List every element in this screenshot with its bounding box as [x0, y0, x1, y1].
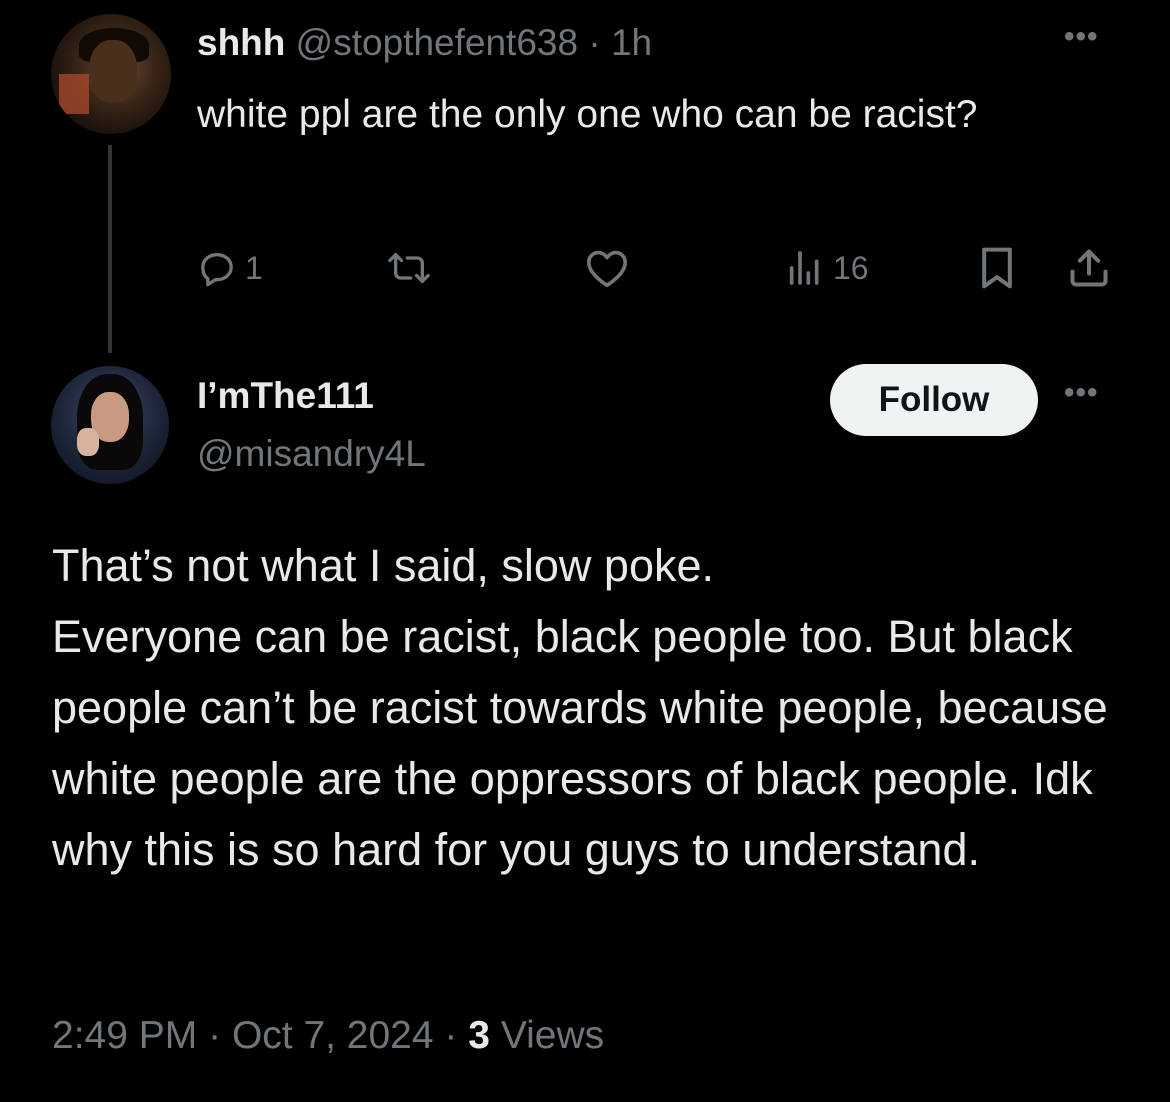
parent-tweet-text: white ppl are the only one who can be ra…	[197, 93, 978, 136]
retweet-icon	[388, 253, 430, 283]
separator-dot: ·	[208, 1014, 222, 1057]
reply-handle[interactable]: @misandry4L	[197, 430, 426, 478]
parent-tweet-header: shhh @stopthefent638 · 1h	[197, 20, 652, 66]
like-button[interactable]	[585, 240, 637, 296]
reply-icon	[201, 253, 233, 287]
avatar-background	[59, 74, 89, 114]
tweet-meta: 2:49 PM · Oct 7, 2024 · 3 Views	[52, 1008, 604, 1064]
separator-dot: ·	[588, 22, 601, 63]
reply-display-name[interactable]: I’mThe111	[197, 372, 374, 420]
more-options-icon[interactable]: •••	[1064, 376, 1099, 410]
bookmark-icon	[982, 247, 1012, 289]
tweet-date[interactable]: Oct 7, 2024	[232, 1014, 434, 1057]
follow-button[interactable]: Follow	[830, 364, 1038, 436]
share-icon	[1070, 249, 1108, 287]
reply-text-paragraph: Everyone can be racist, black people too…	[52, 611, 1108, 875]
parent-display-name[interactable]: shhh	[197, 22, 285, 63]
avatar-hand	[77, 428, 99, 456]
thread-line	[108, 145, 112, 353]
bookmark-button[interactable]	[977, 240, 1017, 296]
retweet-button[interactable]	[387, 240, 439, 296]
views-total[interactable]: 3	[468, 1014, 490, 1057]
reply-button[interactable]: 1	[197, 240, 263, 296]
views-icon	[789, 251, 819, 285]
tweet-time[interactable]: 2:49 PM	[52, 1014, 197, 1057]
like-icon	[586, 250, 627, 288]
reply-text-line: That’s not what I said, slow poke.	[52, 540, 715, 591]
separator-dot: ·	[444, 1014, 458, 1057]
more-options-icon[interactable]: •••	[1064, 20, 1099, 54]
views-button[interactable]: 16	[785, 240, 869, 296]
views-count: 16	[833, 249, 869, 286]
parent-time-ago[interactable]: 1h	[611, 22, 652, 63]
share-button[interactable]	[1067, 240, 1111, 296]
avatar-face	[89, 40, 137, 102]
views-label: Views	[500, 1014, 605, 1057]
parent-handle[interactable]: @stopthefent638	[296, 22, 578, 63]
avatar-parent[interactable]	[51, 14, 171, 134]
avatar-reply[interactable]	[51, 366, 169, 484]
reply-count: 1	[245, 249, 263, 286]
reply-tweet-text: That’s not what I said, slow poke. Every…	[52, 530, 1132, 885]
parent-tweet-actions: 1 16	[197, 240, 1117, 296]
